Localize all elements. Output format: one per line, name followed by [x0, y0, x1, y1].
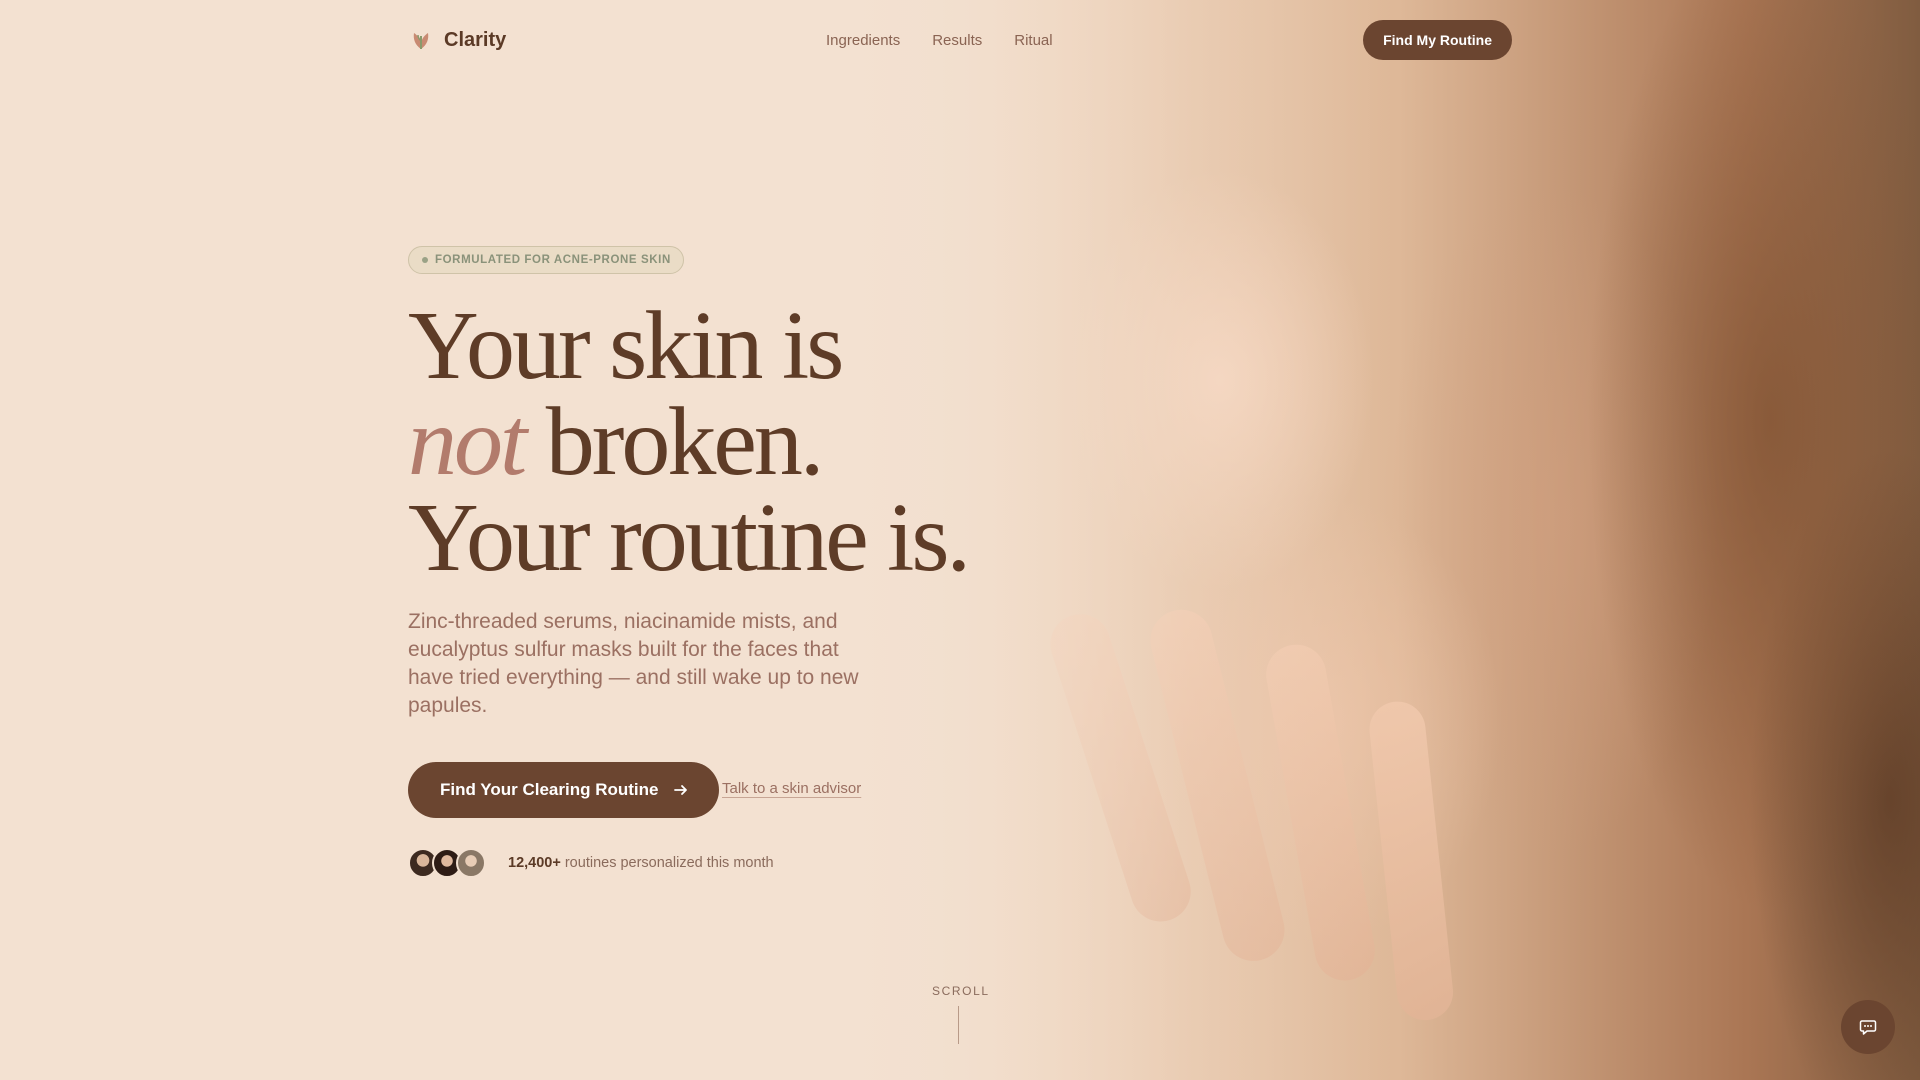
talk-to-advisor-link[interactable]: Talk to a skin advisor [722, 780, 861, 797]
find-clearing-routine-button[interactable]: Find Your Clearing Routine [408, 762, 719, 818]
social-proof-label: routines personalized this month [560, 855, 774, 871]
headline-accent: not [408, 388, 527, 496]
hero-badge: FORMULATED FOR ACNE-PRONE SKIN [408, 246, 684, 274]
scroll-indicator-label[interactable]: SCROLL [932, 984, 990, 998]
brand[interactable]: Clarity [408, 27, 506, 53]
chat-button[interactable] [1841, 1000, 1895, 1054]
nav-item-ritual[interactable]: Ritual [1014, 32, 1052, 49]
leaf-shield-icon [413, 33, 429, 49]
badge-dot-icon [422, 257, 428, 263]
brand-name: Clarity [444, 28, 507, 51]
site-header: Clarity Ingredients Results Ritual Find … [408, 20, 1512, 60]
headline-line-3: Your routine is. [408, 484, 971, 592]
avatar-stack [408, 848, 486, 878]
nav-item-results[interactable]: Results [932, 32, 982, 49]
main-nav: Ingredients Results Ritual [826, 32, 1053, 49]
social-proof: 12,400+ routines personalized this month [408, 848, 774, 878]
hero-subcopy: Zinc-threaded serums, niacinamide mists,… [408, 610, 859, 717]
avatar [456, 848, 486, 878]
social-proof-text: 12,400+ routines personalized this month [508, 855, 774, 871]
primary-cta-label: Find Your Clearing Routine [440, 780, 659, 799]
chat-bubble-icon [1859, 1020, 1877, 1035]
badge-label: FORMULATED FOR ACNE-PRONE SKIN [435, 254, 671, 266]
nav-item-ingredients[interactable]: Ingredients [826, 32, 900, 49]
arrow-right-icon [673, 785, 687, 795]
headline-line-1: Your skin is [408, 292, 844, 400]
hero-headline: Your skin is not broken. Your routine is… [408, 297, 971, 587]
social-proof-count: 12,400+ [508, 855, 561, 871]
headline-line-2: broken. [524, 388, 825, 496]
find-my-routine-button[interactable]: Find My Routine [1363, 20, 1512, 60]
scroll-indicator-line [958, 1006, 959, 1044]
